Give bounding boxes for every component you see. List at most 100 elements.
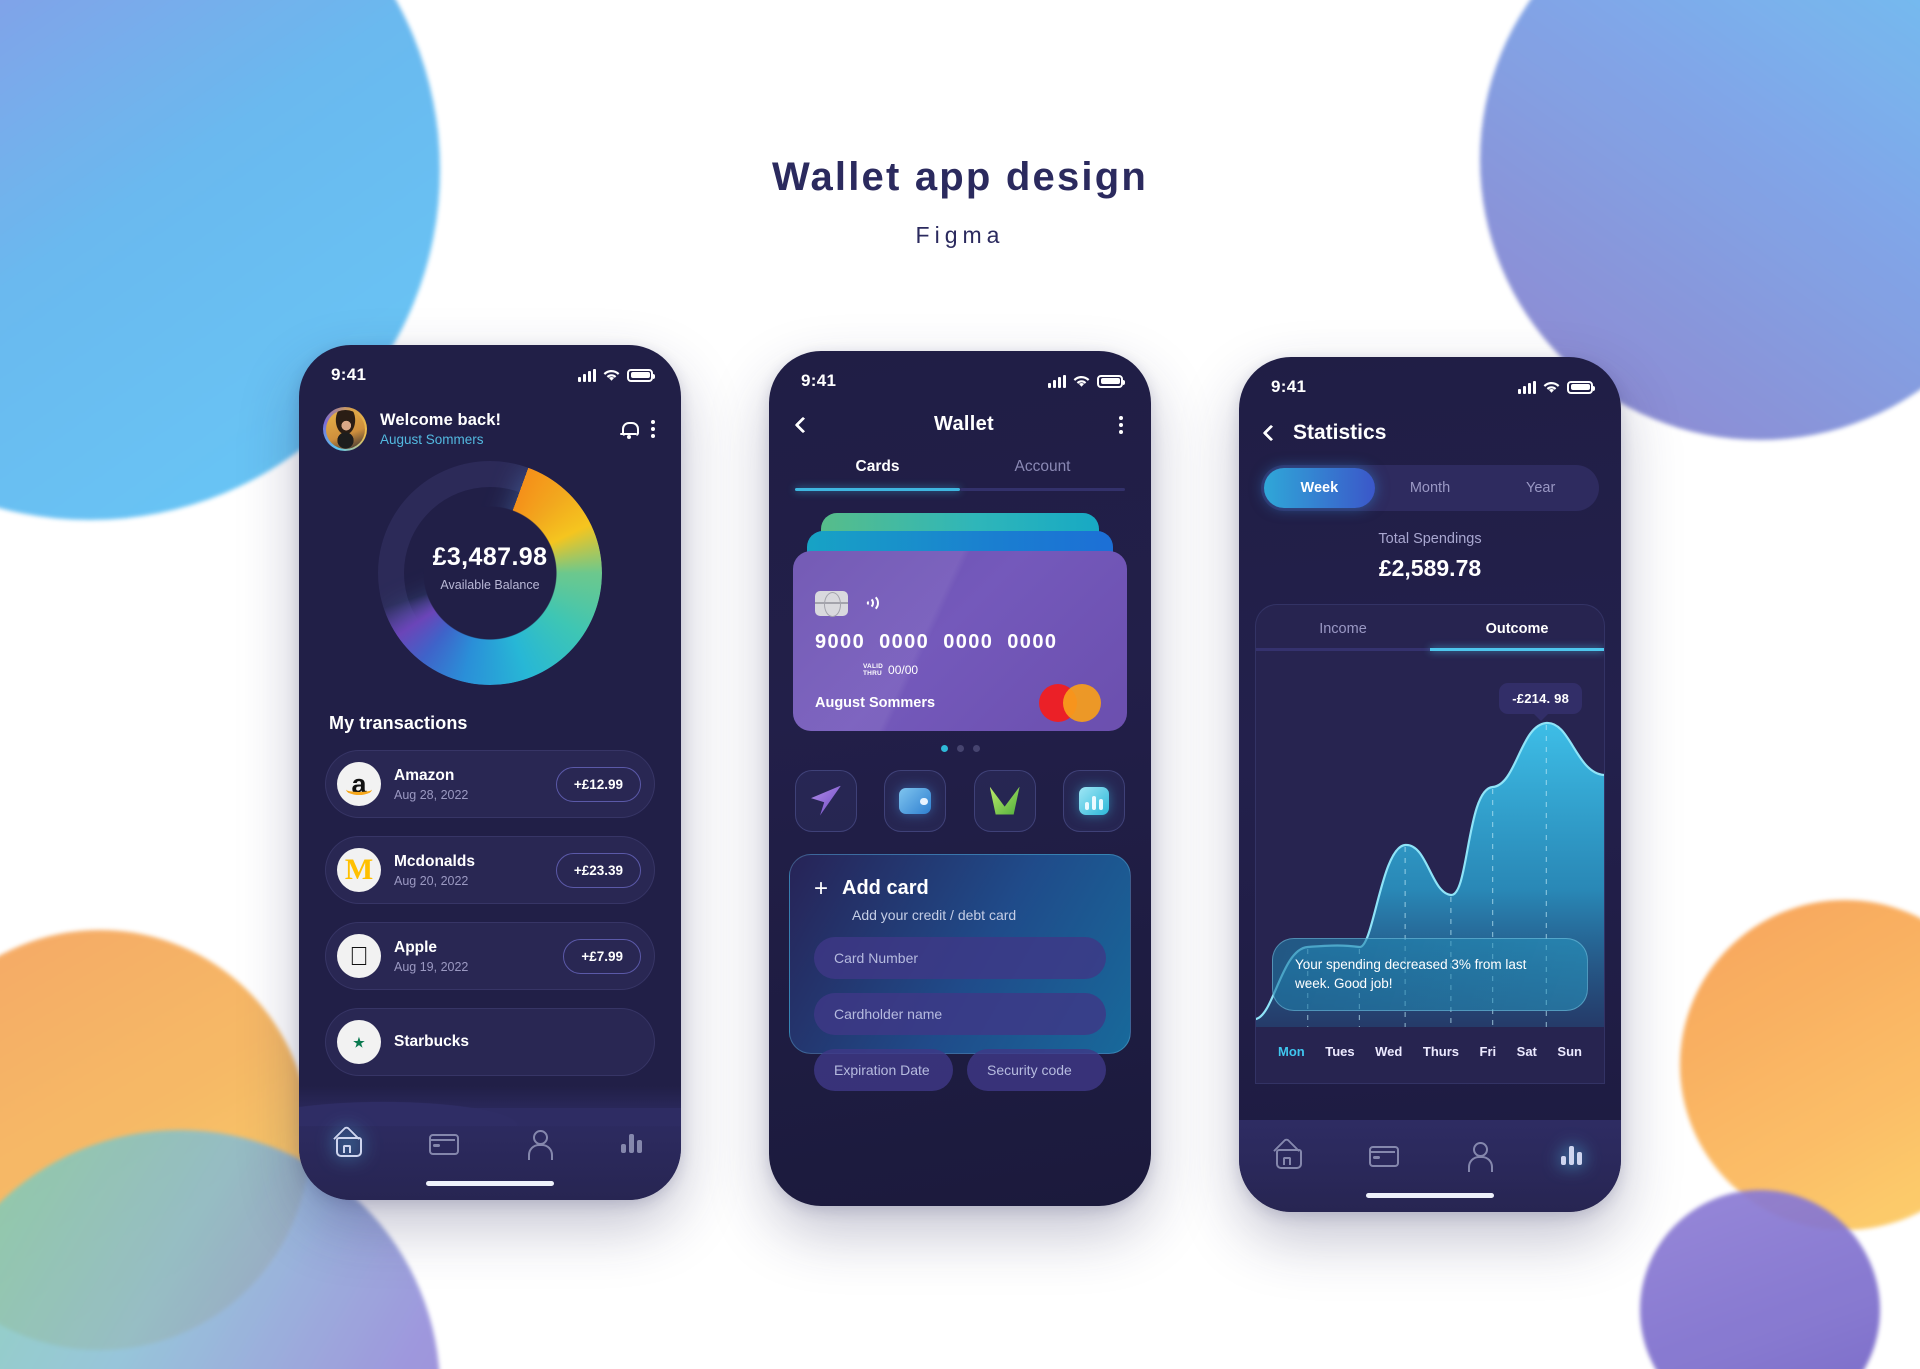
total-spendings-amount: £2,589.78 [1378, 555, 1482, 581]
quick-send-button[interactable] [795, 769, 857, 832]
nav-stats-icon[interactable] [1559, 1140, 1587, 1168]
transaction-name: Starbucks [394, 1033, 469, 1050]
transaction-date: Aug 20, 2022 [394, 873, 469, 888]
security-code-input[interactable]: Security code [967, 1048, 1106, 1091]
tab-outcome[interactable]: Outcome [1430, 621, 1604, 648]
user-name: August Sommers [380, 432, 484, 447]
tab-cards[interactable]: Cards [795, 458, 960, 488]
transaction-name: Apple [394, 938, 438, 956]
home-indicator [426, 1181, 554, 1186]
carousel-dot[interactable] [940, 744, 948, 752]
bottom-nav-stats [1239, 1120, 1621, 1212]
segment-week[interactable]: Week [1264, 468, 1375, 508]
income-outcome-underline [1256, 648, 1604, 651]
transaction-date: Aug 28, 2022 [394, 787, 469, 802]
home-header: Welcome back! August Sommers [299, 391, 681, 451]
card-number-group: 0000 [943, 630, 994, 653]
total-spendings-caption: Total Spendings [1378, 531, 1482, 547]
home-indicator [1366, 1193, 1494, 1198]
wifi-icon [603, 369, 620, 381]
more-options-icon[interactable] [651, 420, 655, 438]
back-icon[interactable] [1262, 424, 1280, 442]
carousel-dot[interactable] [956, 744, 964, 752]
avatar[interactable] [323, 407, 367, 451]
battery-icon [1567, 380, 1595, 394]
axis-label: Tues [1325, 1044, 1355, 1059]
card-valid-thru: VALID THRU 00/00 [863, 663, 1105, 677]
wallet-icon [899, 787, 932, 814]
status-time: 9:41 [331, 365, 367, 384]
plus-icon: + [814, 874, 829, 902]
nav-profile-icon[interactable] [1464, 1140, 1493, 1172]
battery-icon [1097, 374, 1125, 388]
status-bar-stats: 9:41 [1239, 357, 1621, 403]
nav-cards-icon[interactable] [428, 1128, 460, 1156]
mcdonalds-logo-icon: M [337, 848, 381, 892]
bell-icon[interactable] [620, 421, 639, 439]
credit-card[interactable]: 9000 0000 0000 0000 VALID THRU 00/00 Augu… [793, 550, 1127, 731]
card-holder-name: August Sommers [815, 694, 936, 711]
page-title: Wallet app design [772, 155, 1148, 199]
axis-label: Sun [1557, 1044, 1582, 1059]
send-icon [811, 785, 841, 816]
transaction-name: Amazon [394, 766, 455, 784]
nav-home-icon[interactable] [333, 1128, 362, 1157]
page-subtitle: Figma [915, 222, 1005, 248]
chart-x-axis-labels: Mon Tues Wed Thurs Fri Sat Sun [1256, 1044, 1604, 1059]
axis-label: Sat [1516, 1044, 1537, 1059]
balance-caption: Available Balance [440, 578, 540, 592]
signal-icon [1048, 374, 1066, 388]
statistics-header: Statistics [1239, 403, 1621, 445]
transactions-list: a Amazon Aug 28, 2022 +£12.99 M Mcdonald… [299, 734, 681, 1076]
signal-icon [1518, 380, 1536, 394]
add-card-title: Add card [842, 877, 929, 899]
card-number-input[interactable]: Card Number [814, 936, 1106, 979]
nav-home-icon[interactable] [1273, 1140, 1302, 1169]
quick-receive-button[interactable] [973, 769, 1036, 832]
wifi-icon [1543, 381, 1560, 393]
spending-chart-panel: Income Outcome -£214. 98 Your spending d… [1255, 604, 1605, 1084]
transactions-title: My transactions [329, 713, 468, 733]
quick-wallet-button[interactable] [884, 769, 947, 832]
card-carousel[interactable]: 9000 0000 0000 0000 VALID THRU 00/00 Augu… [793, 512, 1127, 731]
more-options-icon[interactable] [1119, 415, 1123, 434]
card-number: 9000 0000 0000 0000 [815, 631, 1105, 654]
add-card-subtitle: Add your credit / debt card [852, 906, 1017, 923]
chart-tooltip: -£214. 98 [1499, 683, 1582, 714]
wallet-header: Wallet [769, 397, 1151, 436]
transaction-amount: +£23.39 [555, 852, 641, 888]
axis-label: Thurs [1422, 1044, 1459, 1059]
add-card-panel: + Add card Add your credit / debt card C… [789, 853, 1131, 1091]
tab-account[interactable]: Account [960, 458, 1125, 488]
table-row[interactable]:  Apple Aug 19, 2022 +£7.99 [325, 922, 655, 990]
segment-year[interactable]: Year [1485, 468, 1596, 508]
axis-label: Fri [1479, 1044, 1497, 1059]
expiration-date-input[interactable]: Expiration Date [814, 1048, 953, 1091]
segment-month[interactable]: Month [1375, 468, 1486, 508]
carousel-dots[interactable] [769, 744, 1151, 752]
table-row[interactable]: ★ Starbucks [325, 1008, 655, 1076]
amazon-logo-icon: a [337, 762, 381, 806]
bottom-nav-home [299, 1086, 681, 1200]
range-segmented-control: Week Month Year [1261, 465, 1599, 511]
battery-icon [627, 368, 655, 382]
transaction-date: Aug 19, 2022 [394, 959, 469, 974]
status-time: 9:41 [801, 371, 837, 390]
status-bar-wallet: 9:41 [769, 351, 1151, 397]
welcome-title: Welcome back! [380, 411, 502, 429]
quick-stats-button[interactable] [1062, 769, 1125, 832]
cardholder-name-input[interactable]: Cardholder name [814, 992, 1106, 1035]
signal-icon [578, 368, 596, 382]
table-row[interactable]: a Amazon Aug 28, 2022 +£12.99 [325, 750, 655, 818]
stats-icon [1078, 786, 1109, 815]
nav-profile-icon[interactable] [524, 1128, 553, 1160]
transaction-name: Mcdonalds [394, 852, 475, 870]
status-time: 9:41 [1271, 377, 1307, 396]
wallet-title: Wallet [934, 413, 994, 435]
carousel-dot[interactable] [972, 744, 980, 752]
nav-cards-icon[interactable] [1368, 1140, 1400, 1168]
tab-income[interactable]: Income [1256, 621, 1430, 648]
table-row[interactable]: M Mcdonalds Aug 20, 2022 +£23.39 [325, 836, 655, 904]
nav-stats-icon[interactable] [619, 1128, 647, 1156]
apple-logo-icon:  [337, 934, 381, 978]
